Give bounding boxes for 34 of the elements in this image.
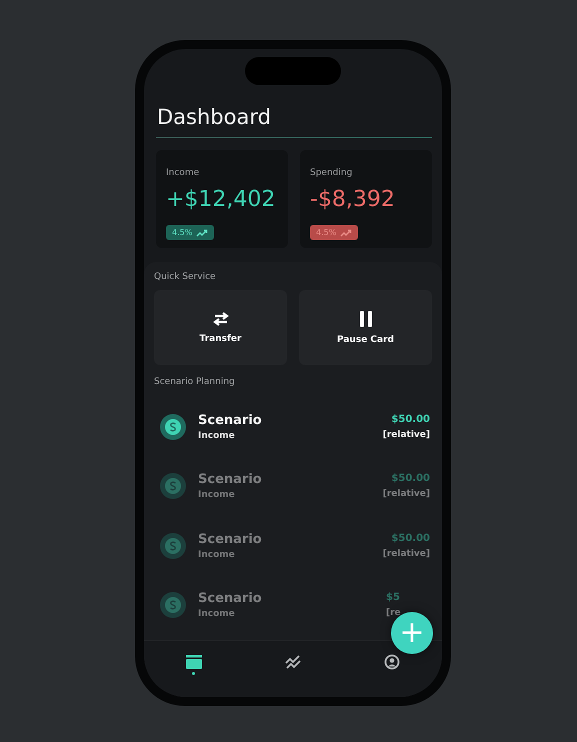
page-title: Dashboard <box>157 105 272 129</box>
chart-lines-icon <box>284 655 301 669</box>
scenario-subtitle: Income <box>198 490 236 500</box>
swap-arrows-icon <box>212 312 230 326</box>
profile-icon <box>384 654 400 670</box>
scenario-subtitle: Income <box>198 430 236 441</box>
quick-action-button[interactable]: Pause Card <box>299 290 432 365</box>
nav-tab[interactable] <box>184 653 204 677</box>
scenario-title: Scenario <box>198 591 263 606</box>
trend-up-icon <box>196 228 208 236</box>
scenario-amount: $50.00 <box>391 473 430 484</box>
scenario-title: Scenario <box>198 532 263 547</box>
card-amount: +$12,402 <box>166 187 276 212</box>
card-icon <box>186 655 202 669</box>
quick-action-button[interactable]: Transfer <box>154 290 287 365</box>
scenario-note: [relative] <box>382 548 430 559</box>
scenario-title: Scenario <box>198 472 263 488</box>
section-heading: Scenario Planning <box>154 377 236 387</box>
change-badge: 4.5% <box>166 225 214 240</box>
scenario-note: [relative] <box>382 430 430 440</box>
scenario-subtitle: Income <box>198 550 236 560</box>
scenario-subtitle: Income <box>198 609 236 620</box>
card-amount: -$8,392 <box>310 187 395 212</box>
card-label: Income <box>166 168 200 178</box>
card-label: Spending <box>310 168 352 178</box>
scenario-amount: $5 <box>386 592 400 604</box>
trend-up-icon <box>340 228 352 236</box>
change-badge: 4.5% <box>310 225 358 240</box>
scenario-amount: $50.00 <box>391 532 430 544</box>
scenario-note: [relative] <box>382 489 430 500</box>
scenario-title: Scenario <box>198 412 263 428</box>
section-heading: Quick Service <box>154 272 217 282</box>
scenario-amount: $50.00 <box>391 414 430 425</box>
pause-icon <box>360 310 372 326</box>
